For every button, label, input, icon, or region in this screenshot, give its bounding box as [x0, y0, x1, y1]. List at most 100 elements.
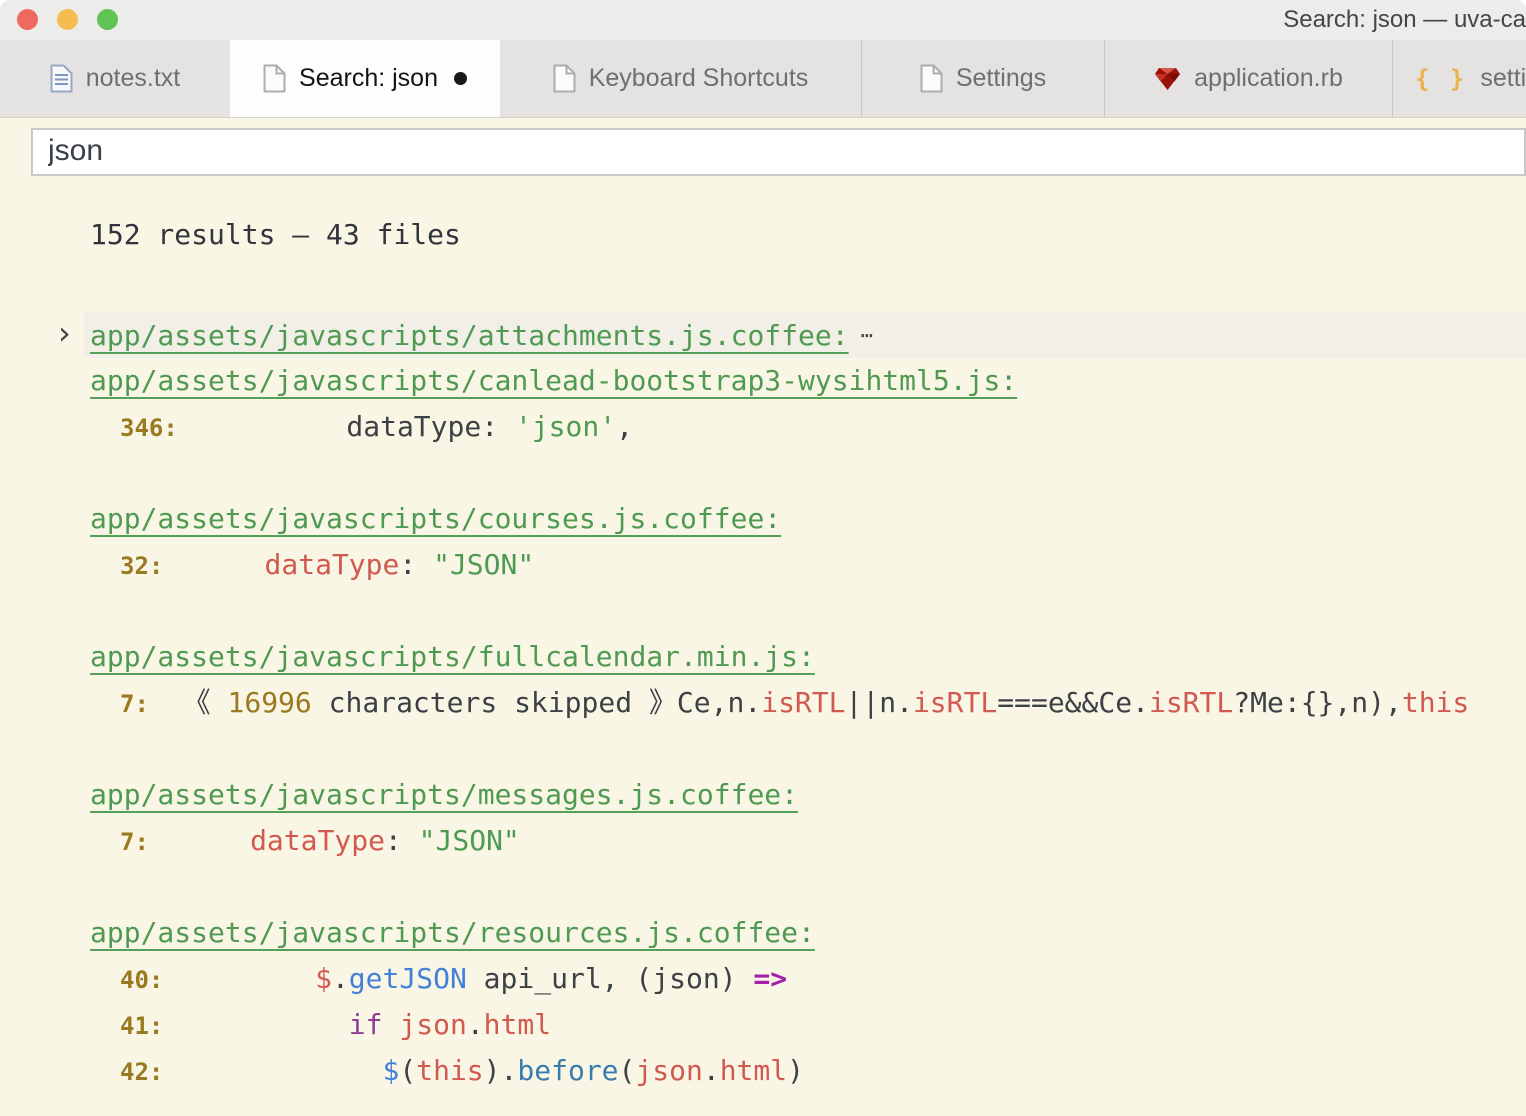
ruby-icon	[1154, 67, 1181, 91]
code-token: $	[382, 1054, 400, 1087]
code-token: 'json'	[514, 410, 617, 443]
line-number: 346:	[120, 414, 178, 442]
line-number: 32:	[120, 552, 164, 580]
code-token: =>	[753, 962, 788, 995]
file-row: app/assets/javascripts/messages.js.coffe…	[0, 772, 1526, 818]
tab-settin[interactable]: { } settin	[1393, 40, 1526, 117]
window-controls	[17, 9, 118, 30]
file-link[interactable]: app/assets/javascripts/fullcalendar.min.…	[90, 640, 815, 673]
match-line[interactable]: 346: dataType: 'json',	[0, 404, 1526, 450]
file-link[interactable]: app/assets/javascripts/resources.js.coff…	[90, 916, 815, 949]
result-group: › app/assets/javascripts/attachments.js.c…	[0, 312, 1526, 358]
result-group: app/assets/javascripts/resources.js.coff…	[0, 910, 1526, 1094]
match-line[interactable]: 41: if json.html	[0, 1002, 1526, 1048]
results-summary: 152 results — 43 files	[90, 218, 461, 251]
result-group: app/assets/javascripts/canlead-bootstrap…	[0, 358, 1526, 450]
code-token: :	[399, 548, 434, 581]
code-token: isRTL	[912, 686, 998, 719]
code-token: dataType	[264, 548, 400, 581]
code-token: "JSON"	[433, 548, 535, 581]
match-line[interactable]: 32: dataType: "JSON"	[0, 542, 1526, 588]
braces-icon: { }	[1415, 64, 1468, 93]
code-token: ).	[483, 1054, 518, 1087]
code-token: 16996	[227, 686, 312, 719]
line-number: 7:	[120, 828, 149, 856]
code-token: (	[399, 1054, 417, 1087]
match-line[interactable]: 42: $(this).before(json.html)	[0, 1048, 1526, 1094]
chevron-right-icon[interactable]: ›	[58, 312, 71, 355]
match-line[interactable]: 7: 《 16996 characters skipped 》Ce,n.isRT…	[0, 680, 1526, 726]
result-group: app/assets/javascripts/messages.js.coffe…	[0, 772, 1526, 864]
code-token: .	[331, 962, 349, 995]
code-token: $	[315, 962, 332, 995]
tab-keyboard-shortcuts[interactable]: Keyboard Shortcuts	[500, 40, 862, 117]
code-token: characters skipped 》Ce,n.	[311, 686, 762, 719]
window-title: Search: json — uva-ca	[1283, 6, 1526, 33]
file-row: app/assets/javascripts/courses.js.coffee…	[0, 496, 1526, 542]
match-line[interactable]: 40: $.getJSON api_url, (json) =>	[0, 956, 1526, 1002]
file-link[interactable]: app/assets/javascripts/attachments.js.co…	[90, 319, 849, 352]
tab-notes-txt[interactable]: notes.txt	[0, 40, 230, 117]
match-line[interactable]: 7: dataType: "JSON"	[0, 818, 1526, 864]
file-link[interactable]: app/assets/javascripts/messages.js.coffe…	[90, 778, 798, 811]
code-token: ||n.	[845, 686, 913, 719]
code-token: if	[348, 1008, 383, 1041]
file-row: app/assets/javascripts/canlead-bootstrap…	[0, 358, 1526, 404]
tab-label: Keyboard Shortcuts	[588, 64, 809, 92]
zoom-button[interactable]	[97, 9, 118, 30]
code-token: ===e&&Ce.	[997, 686, 1149, 719]
code-token: 《	[148, 686, 228, 719]
modified-dot	[453, 72, 467, 85]
result-group: app/assets/javascripts/courses.js.coffee…	[0, 496, 1526, 588]
document-icon	[553, 64, 576, 93]
result-group: app/assets/javascripts/fullcalendar.min.…	[0, 634, 1526, 726]
code-token: api_url, (json)	[466, 962, 754, 995]
document-icon	[920, 64, 943, 93]
tab-bar: notes.txt Search: json Keyboard Shortcuts S…	[0, 40, 1526, 118]
code-token: html	[483, 1008, 552, 1041]
document-icon	[263, 64, 286, 93]
tab-label: notes.txt	[85, 64, 181, 92]
code-token: ?Me:{},n),	[1233, 686, 1402, 719]
code-token: dataType:	[177, 410, 515, 443]
code-token: getJSON	[348, 962, 467, 995]
code-token: this	[1401, 686, 1470, 719]
collapsed-matches-ellipsis[interactable]: ⋯	[861, 323, 874, 347]
search-results-pane: 152 results — 43 files › app/assets/javas…	[0, 118, 1526, 1116]
results-list: › app/assets/javascripts/attachments.js.c…	[0, 312, 1526, 1116]
code-token: .	[702, 1054, 720, 1087]
code-token: before	[517, 1054, 619, 1087]
code-token: )	[787, 1054, 804, 1087]
file-link[interactable]: app/assets/javascripts/canlead-bootstrap…	[90, 364, 1017, 397]
app-window: Search: json — uva-ca notes.txt Search: j…	[0, 0, 1526, 1116]
code-token: json	[399, 1008, 467, 1041]
file-row: app/assets/javascripts/resources.js.coff…	[0, 910, 1526, 956]
line-number: 41:	[120, 1012, 164, 1040]
tab-label: Settings	[955, 64, 1047, 92]
tab-label: application.rb	[1194, 64, 1343, 92]
line-number: 7:	[120, 690, 149, 718]
tab-search-json[interactable]: Search: json	[230, 40, 500, 117]
title-bar: Search: json — uva-ca	[0, 0, 1526, 40]
search-input[interactable]	[31, 128, 1526, 176]
code-token: json	[635, 1054, 703, 1087]
file-link[interactable]: app/assets/javascripts/courses.js.coffee…	[90, 502, 781, 535]
minimize-button[interactable]	[57, 9, 78, 30]
tab-label: Search: json	[299, 64, 438, 92]
line-number: 40:	[120, 966, 164, 994]
code-token: isRTL	[761, 686, 846, 719]
tab-application-rb[interactable]: application.rb	[1105, 40, 1393, 117]
code-token: (	[618, 1054, 636, 1087]
code-token: ,	[616, 410, 633, 443]
document-lines-icon	[50, 64, 73, 93]
line-number: 42:	[120, 1058, 164, 1086]
file-row: app/assets/javascripts/fullcalendar.min.…	[0, 634, 1526, 680]
close-button[interactable]	[17, 9, 38, 30]
tab-settings[interactable]: Settings	[862, 40, 1105, 117]
